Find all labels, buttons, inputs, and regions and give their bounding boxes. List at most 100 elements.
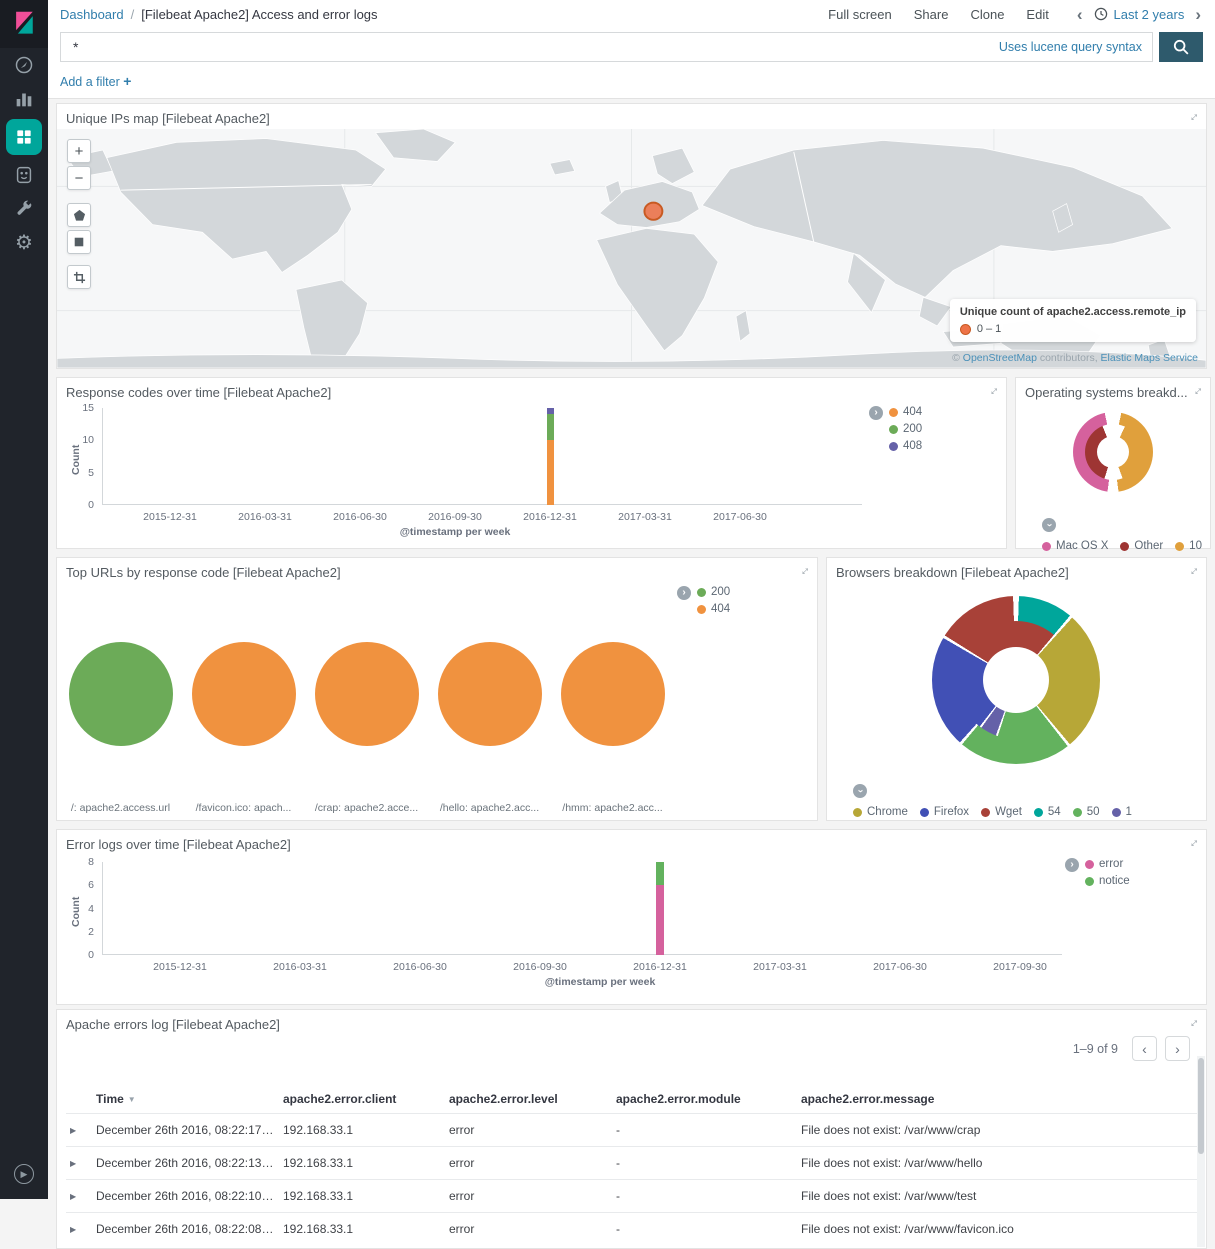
legend-item[interactable]: 200: [697, 586, 730, 598]
lucene-syntax-link[interactable]: Uses lucene query syntax: [999, 40, 1142, 54]
bar-segment[interactable]: [656, 885, 664, 955]
table-scrollbar[interactable]: [1197, 1056, 1205, 1247]
legend-color-dot: [1085, 860, 1094, 869]
legend-item[interactable]: notice: [1085, 875, 1130, 887]
legend-item[interactable]: 1: [1112, 806, 1132, 818]
time-range-button[interactable]: Last 2 years: [1094, 7, 1185, 22]
breadcrumb[interactable]: Dashboard: [60, 7, 124, 22]
sidebar-item-dev-tools[interactable]: [0, 192, 48, 226]
legend-item[interactable]: 50: [1073, 806, 1100, 818]
scrollbar-thumb[interactable]: [1198, 1058, 1204, 1154]
clock-icon: [1094, 7, 1108, 21]
collapse-sidebar-button[interactable]: ▶: [8, 1163, 40, 1185]
row-expand-toggle[interactable]: ▶: [66, 1213, 92, 1246]
column-header[interactable]: apache2.error.level: [445, 1085, 612, 1114]
sidebar-item-discover[interactable]: [0, 48, 48, 82]
chart-legend: › Mac OS X Other 10: [1042, 518, 1202, 552]
table-row[interactable]: ▶December 26th 2016, 08:22:13.000192.168…: [66, 1147, 1197, 1180]
cell-module: -: [612, 1213, 797, 1246]
zoom-out-button[interactable]: −: [67, 166, 91, 190]
map-attribution: © OpenStreetMap contributors, Elastic Ma…: [952, 352, 1198, 364]
row-expand-toggle[interactable]: ▶: [66, 1180, 92, 1213]
pagination-next-button[interactable]: ›: [1165, 1036, 1190, 1061]
legend-label: 200: [903, 423, 922, 435]
bar-segment[interactable]: [547, 408, 554, 414]
error-logs-chart[interactable]: 024682015-12-312016-03-312016-06-302016-…: [66, 854, 1197, 1004]
openstreetmap-link[interactable]: OpenStreetMap: [963, 352, 1037, 364]
bar-segment[interactable]: [547, 414, 554, 440]
browsers-donut-chart[interactable]: [932, 596, 1100, 764]
legend-item[interactable]: 404: [697, 603, 730, 615]
share-button[interactable]: Share: [914, 7, 949, 22]
pagination-prev-button[interactable]: ‹: [1132, 1036, 1157, 1061]
cell-message: File does not exist: /var/www/crap: [797, 1114, 1197, 1147]
draw-rectangle-tool-button[interactable]: [67, 230, 91, 254]
table-row[interactable]: ▶December 26th 2016, 08:22:10.000192.168…: [66, 1180, 1197, 1213]
bar-segment[interactable]: [656, 862, 664, 885]
time-back-button[interactable]: ‹: [1075, 6, 1085, 23]
pie-label: /hmm: apache2.acc...: [551, 802, 674, 814]
legend-item[interactable]: Firefox: [920, 806, 969, 818]
x-axis-tick-label: 2017-06-30: [695, 511, 785, 523]
legend-toggle-button[interactable]: ›: [869, 406, 883, 420]
time-forward-button[interactable]: ›: [1193, 6, 1203, 23]
column-header[interactable]: apache2.error.module: [612, 1085, 797, 1114]
legend-item[interactable]: Mac OS X: [1042, 540, 1108, 552]
world-map[interactable]: + − Unique count of apache2.access.remot…: [57, 129, 1206, 368]
draw-polygon-tool-button[interactable]: [67, 203, 91, 227]
legend-item[interactable]: Other: [1120, 540, 1163, 552]
legend-toggle-button[interactable]: ›: [853, 784, 867, 798]
legend-toggle-button[interactable]: ›: [677, 586, 691, 600]
x-axis-tick-label: 2015-12-31: [135, 961, 225, 973]
y-axis-title: Count: [70, 444, 82, 474]
sidebar-item-visualize[interactable]: [0, 82, 48, 116]
legend-toggle-button[interactable]: ›: [1065, 858, 1079, 872]
pie-chart[interactable]: [315, 642, 419, 746]
sidebar-item-dashboard[interactable]: [0, 116, 48, 158]
legend-item[interactable]: Wget: [981, 806, 1022, 818]
bar-segment[interactable]: [547, 440, 554, 505]
row-expand-toggle[interactable]: ▶: [66, 1114, 92, 1147]
sidebar-item-timelion[interactable]: [0, 158, 48, 192]
row-expand-toggle[interactable]: ▶: [66, 1147, 92, 1180]
dashboard-icon: [14, 127, 34, 147]
crop-tool-button[interactable]: [67, 265, 91, 289]
zoom-in-button[interactable]: +: [67, 139, 91, 163]
full-screen-button[interactable]: Full screen: [828, 7, 892, 22]
legend-item[interactable]: 200: [889, 423, 922, 435]
legend-item[interactable]: 54: [1034, 806, 1061, 818]
legend-dot: [960, 324, 971, 335]
cell-message: File does not exist: /var/www/test: [797, 1180, 1197, 1213]
os-donut-chart[interactable]: [1073, 412, 1153, 492]
legend-item[interactable]: Chrome: [853, 806, 908, 818]
search-query-input[interactable]: [71, 38, 989, 56]
legend-item[interactable]: 408: [889, 440, 922, 452]
table-row[interactable]: ▶December 26th 2016, 08:22:17.000192.168…: [66, 1114, 1197, 1147]
legend-color-dot: [889, 442, 898, 451]
pie-chart[interactable]: [438, 642, 542, 746]
y-axis-title: Count: [70, 896, 82, 926]
legend-color-dot: [1175, 542, 1184, 551]
legend-item[interactable]: 404: [889, 406, 922, 418]
pie-chart[interactable]: [561, 642, 665, 746]
edit-button[interactable]: Edit: [1026, 7, 1048, 22]
response-codes-chart[interactable]: 0510152015-12-312016-03-312016-06-302016…: [66, 402, 997, 548]
clone-button[interactable]: Clone: [970, 7, 1004, 22]
map-marker[interactable]: [644, 203, 662, 220]
table-row[interactable]: ▶December 26th 2016, 08:22:08.000192.168…: [66, 1213, 1197, 1246]
column-header[interactable]: apache2.error.client: [279, 1085, 445, 1114]
legend-toggle-button[interactable]: ›: [1042, 518, 1056, 532]
sidebar-item-management[interactable]: ⚙: [0, 226, 48, 260]
search-button[interactable]: [1159, 32, 1203, 62]
column-header[interactable]: Time▼: [92, 1085, 279, 1114]
panel-title: Response codes over time [Filebeat Apach…: [66, 385, 997, 400]
column-header[interactable]: apache2.error.message: [797, 1085, 1197, 1114]
pie-chart[interactable]: [192, 642, 296, 746]
add-filter-link[interactable]: Add a filter +: [60, 75, 131, 89]
legend-item[interactable]: error: [1085, 858, 1130, 870]
legend-item[interactable]: 10: [1175, 540, 1202, 552]
elastic-maps-service-link[interactable]: Elastic Maps Service: [1101, 352, 1198, 364]
pie-chart[interactable]: [69, 642, 173, 746]
kibana-logo[interactable]: [0, 0, 48, 48]
cell-client: 192.168.33.1: [279, 1147, 445, 1180]
